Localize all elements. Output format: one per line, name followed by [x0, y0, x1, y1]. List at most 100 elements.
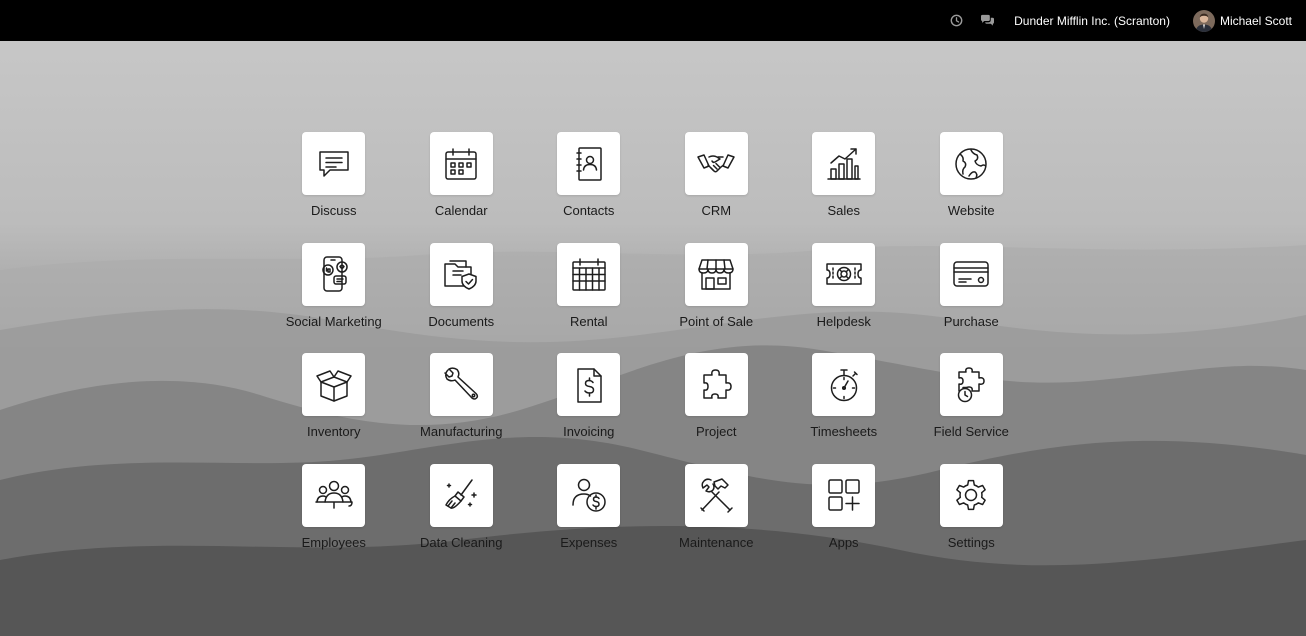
app-timesheets[interactable]: Timesheets	[780, 353, 908, 464]
app-label: Expenses	[560, 534, 618, 550]
chat-bubbles-icon[interactable]	[980, 13, 995, 28]
calendar-grid-icon	[572, 258, 606, 291]
app-tile[interactable]	[684, 242, 748, 306]
company-switcher[interactable]: Dunder Mifflin Inc. (Scranton)	[1014, 14, 1170, 28]
app-discuss[interactable]: Discuss	[270, 132, 398, 243]
app-tile[interactable]	[939, 242, 1003, 306]
hammer-wrench-icon	[700, 478, 733, 513]
user-menu[interactable]: Michael Scott	[1192, 9, 1292, 32]
credit-card-icon	[953, 261, 989, 287]
app-tile[interactable]	[302, 353, 366, 416]
smartphone-social-icon	[322, 256, 348, 292]
app-label: Documents	[428, 313, 495, 329]
app-label: Manufacturing	[420, 424, 503, 439]
app-tile[interactable]	[684, 132, 748, 195]
app-label: Project	[696, 424, 737, 439]
app-tile[interactable]	[302, 242, 366, 306]
avatar	[1192, 9, 1215, 32]
bar-chart-icon	[827, 147, 861, 180]
app-employees[interactable]: Employees	[270, 463, 398, 575]
app-label: Contacts	[563, 203, 615, 218]
app-point-of-sale[interactable]: Point of Sale	[653, 242, 781, 354]
app-manufacturing[interactable]: Manufacturing	[398, 353, 526, 464]
app-label: Rental	[569, 313, 608, 329]
app-tile[interactable]	[429, 242, 493, 306]
app-tile[interactable]	[812, 242, 876, 306]
app-tile[interactable]	[812, 132, 876, 195]
app-contacts[interactable]: Contacts	[525, 132, 653, 243]
app-grid: Discuss Calendar Contacts CRM Sales Webs…	[270, 132, 1035, 574]
app-label: Maintenance	[679, 534, 754, 550]
app-label: Point of Sale	[679, 313, 754, 329]
top-navbar: Dunder Mifflin Inc. (Scranton) Michael S…	[0, 0, 1306, 41]
app-field-service[interactable]: Field Service	[908, 353, 1036, 464]
app-label: CRM	[701, 203, 732, 218]
handshake-icon	[697, 153, 735, 172]
app-label: Data Cleaning	[420, 534, 503, 550]
app-label: Social Marketing	[285, 313, 382, 329]
app-calendar[interactable]: Calendar	[398, 132, 526, 243]
app-grid-plus-icon	[828, 479, 860, 511]
app-expenses[interactable]: Expenses	[525, 463, 653, 575]
storefront-icon	[698, 259, 734, 290]
app-tile[interactable]	[557, 353, 621, 416]
app-project[interactable]: Project	[653, 353, 781, 464]
address-book-icon	[576, 146, 602, 181]
stopwatch-icon	[830, 368, 858, 401]
wrench-icon	[444, 366, 479, 400]
app-tile[interactable]	[557, 242, 621, 306]
app-tile[interactable]	[557, 132, 621, 195]
app-label: Website	[947, 203, 995, 218]
people-group-icon	[315, 480, 353, 509]
app-label: Invoicing	[563, 424, 615, 439]
app-invoicing[interactable]: Invoicing	[525, 353, 653, 464]
user-name: Michael Scott	[1219, 13, 1292, 28]
chat-bubble-icon	[319, 150, 349, 177]
app-label: Discuss	[310, 203, 357, 218]
app-tile[interactable]	[302, 463, 366, 527]
app-rental[interactable]: Rental	[525, 242, 653, 354]
app-tile[interactable]	[939, 463, 1003, 527]
app-tile[interactable]	[812, 463, 876, 527]
app-tile[interactable]	[684, 463, 748, 527]
gear-icon	[956, 479, 987, 511]
app-maintenance[interactable]: Maintenance	[653, 463, 781, 575]
app-social-marketing[interactable]: Social Marketing	[270, 242, 398, 354]
app-tile[interactable]	[429, 463, 493, 527]
person-coin-icon	[572, 478, 606, 512]
app-label: Helpdesk	[816, 313, 871, 329]
app-label: Purchase	[943, 313, 999, 329]
app-label: Apps	[828, 534, 859, 550]
dollar-document-icon	[577, 367, 602, 403]
puzzle-piece-icon	[703, 368, 732, 399]
app-website[interactable]: Website	[908, 132, 1036, 243]
folder-shield-icon	[444, 260, 477, 290]
app-tile[interactable]	[429, 132, 493, 195]
app-tile[interactable]	[429, 353, 493, 416]
app-apps[interactable]: Apps	[780, 463, 908, 575]
puzzle-clock-icon	[958, 366, 985, 402]
app-purchase[interactable]: Purchase	[908, 242, 1036, 354]
app-data-cleaning[interactable]: Data Cleaning	[398, 463, 526, 575]
app-tile[interactable]	[302, 132, 366, 195]
app-helpdesk[interactable]: Helpdesk	[780, 242, 908, 354]
calendar-icon	[445, 147, 477, 180]
app-sales[interactable]: Sales	[780, 132, 908, 243]
app-label: Field Service	[933, 424, 1009, 439]
clock-icon[interactable]	[949, 13, 964, 28]
app-settings[interactable]: Settings	[908, 463, 1036, 575]
topbar-systray: Dunder Mifflin Inc. (Scranton) Michael S…	[949, 0, 1306, 41]
globe-icon	[955, 147, 987, 180]
app-tile[interactable]	[557, 463, 621, 527]
app-tile[interactable]	[939, 353, 1003, 416]
app-inventory[interactable]: Inventory	[270, 353, 398, 464]
app-tile[interactable]	[812, 353, 876, 416]
app-documents[interactable]: Documents	[398, 242, 526, 354]
app-label: Sales	[827, 203, 861, 218]
app-crm[interactable]: CRM	[653, 132, 781, 243]
app-tile[interactable]	[939, 132, 1003, 195]
app-label: Settings	[947, 534, 995, 550]
broom-sparkle-icon	[445, 479, 477, 509]
app-tile[interactable]	[684, 353, 748, 416]
lifebuoy-ticket-icon	[826, 263, 862, 285]
